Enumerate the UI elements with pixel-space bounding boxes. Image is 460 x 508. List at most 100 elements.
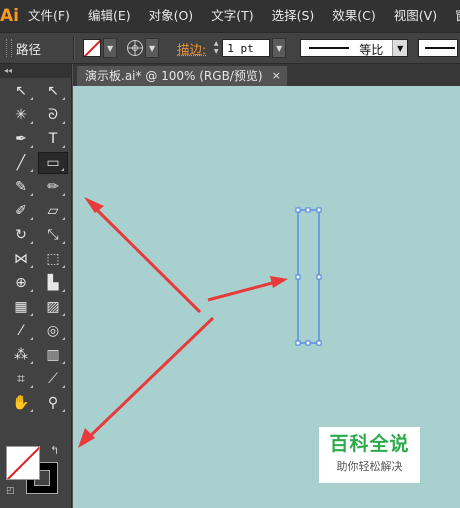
gradient-tool[interactable]: ▨ <box>38 296 68 318</box>
direct-selection-tool[interactable]: ↖ <box>38 80 68 102</box>
gradient-icon: ▨ <box>46 299 60 315</box>
width-icon: ⋈ <box>14 251 28 267</box>
eyedropper-tool[interactable]: ⁄ <box>6 320 36 342</box>
chevron-down-icon: ▼ <box>103 38 118 58</box>
watermark-logo: 百科全说 助你轻松解决 <box>319 427 420 483</box>
blend-tool[interactable]: ◎ <box>38 320 68 342</box>
column-graph-icon: ▥ <box>46 347 60 363</box>
fill-stroke-widget: ↰ ◰ <box>6 442 66 502</box>
type-tool[interactable]: T <box>38 128 68 150</box>
stroke-profile-label: 等比 <box>359 43 384 57</box>
menu-window[interactable]: 窗 <box>446 0 460 32</box>
column-graph-tool[interactable]: ▥ <box>38 344 68 366</box>
symbol-sprayer-icon: ⁂ <box>14 347 28 363</box>
watermark-title: 百科全说 <box>329 433 410 455</box>
menu-type[interactable]: 文字(T) <box>202 0 262 32</box>
zoom-icon: ⚲ <box>47 395 59 411</box>
target-icon <box>127 40 144 56</box>
blend-icon: ◎ <box>46 323 60 339</box>
stroke-weight-stepper[interactable]: ▲ ▼ <box>210 39 222 57</box>
menu-object[interactable]: 对象(O) <box>140 0 203 32</box>
scale-tool[interactable]: ⤡ <box>38 224 68 246</box>
lasso-tool[interactable]: ᘐ <box>38 104 68 126</box>
shape-builder-tool[interactable]: ⊕ <box>6 272 36 294</box>
mesh-tool[interactable]: ▦ <box>6 296 36 318</box>
slice-tool[interactable]: ⟋ <box>38 368 68 390</box>
fill-color-picker[interactable]: ▼ <box>83 38 118 58</box>
pencil-tool[interactable]: ✏ <box>38 176 68 198</box>
hand-icon: ✋ <box>12 395 30 411</box>
document-tab[interactable]: 演示板.ai* @ 100% (RGB/预览) × <box>77 66 287 86</box>
menu-file[interactable]: 文件(F) <box>19 0 79 32</box>
magic-wand-tool[interactable]: ✳ <box>6 104 36 126</box>
blob-brush-tool[interactable]: ✐ <box>6 200 36 222</box>
scale-icon: ⤡ <box>47 227 59 243</box>
stroke-profile-select[interactable]: 等比 ▼ <box>300 39 409 57</box>
type-icon: T <box>48 131 58 147</box>
control-bar-divider <box>73 37 76 59</box>
free-transform-tool[interactable]: ⬚ <box>38 248 68 270</box>
brush-line-preview <box>425 47 456 49</box>
default-colors-icon[interactable]: ◰ <box>6 486 16 496</box>
none-swatch-icon <box>83 39 102 57</box>
graph-tool[interactable]: ▙ <box>38 272 68 294</box>
fill-color-box[interactable] <box>6 446 40 480</box>
tool-grid: ↖ ↖ ✳ ᘐ ✒ T ╱ ▭ ✎ ✏ ✐ ▱ ↻ ⤡ ⋈ ⬚ ⊕ ▙ ▦ ▨ ⁄ ◎ ⁂ ▥ ⌗ ⟋ ✋ ⚲ <box>0 78 71 414</box>
rectangle-icon: ▭ <box>46 155 60 171</box>
selection-icon: ↖ <box>15 83 27 99</box>
pencil-icon: ✏ <box>47 179 59 195</box>
rotate-icon: ↻ <box>15 227 27 243</box>
tools-panel: ◂◂ ↖ ↖ ✳ ᘐ ✒ T ╱ ▭ ✎ ✏ ✐ ▱ ↻ ⤡ ⋈ ⬚ ⊕ ▙ ▦ ▨ ⁄ ◎ ⁂ ▥ ⌗ ⟋ ✋ ⚲ ↰ ◰ <box>0 64 72 508</box>
selection-tool[interactable]: ↖ <box>6 80 36 102</box>
zoom-tool[interactable]: ⚲ <box>38 392 68 414</box>
paintbrush-tool[interactable]: ✎ <box>6 176 36 198</box>
document-tab-title: 演示板.ai* @ 100% (RGB/预览) <box>85 69 263 83</box>
symbol-sprayer-tool[interactable]: ⁂ <box>6 344 36 366</box>
close-icon[interactable]: × <box>272 66 281 86</box>
artboard-icon: ⌗ <box>17 371 25 387</box>
chevron-down-icon: ▼ <box>145 38 160 58</box>
direct-selection-icon: ↖ <box>47 83 59 99</box>
rotate-tool[interactable]: ↻ <box>6 224 36 246</box>
blob-brush-icon: ✐ <box>15 203 27 219</box>
shape-builder-icon: ⊕ <box>15 275 27 291</box>
eyedropper-icon: ⁄ <box>19 323 23 339</box>
document-tab-bar: 演示板.ai* @ 100% (RGB/预览) × <box>73 64 460 86</box>
eraser-tool[interactable]: ▱ <box>38 200 68 222</box>
stroke-label[interactable]: 描边: <box>177 39 206 58</box>
graph-icon: ▙ <box>47 275 59 291</box>
stroke-color-picker[interactable]: ▼ <box>127 38 160 58</box>
chevron-down-icon: ▼ <box>392 40 408 56</box>
stroke-weight-input[interactable]: 1 pt <box>222 39 271 57</box>
eraser-icon: ▱ <box>47 203 59 219</box>
menu-bar: Ai 文件(F) 编辑(E) 对象(O) 文字(T) 选择(S) 效果(C) 视… <box>0 0 460 32</box>
lasso-icon: ᘐ <box>48 107 58 123</box>
line-segment-tool[interactable]: ╱ <box>6 152 36 174</box>
menu-edit[interactable]: 编辑(E) <box>79 0 140 32</box>
collapse-panel-button[interactable]: ◂◂ <box>0 64 71 78</box>
line-segment-icon: ╱ <box>16 155 26 171</box>
stroke-weight-dropdown[interactable]: ▼ <box>272 38 287 58</box>
menu-view[interactable]: 视图(V) <box>385 0 446 32</box>
menu-select[interactable]: 选择(S) <box>263 0 324 32</box>
artboard-tool[interactable]: ⌗ <box>6 368 36 390</box>
panel-grip[interactable] <box>6 39 12 57</box>
app-logo: Ai <box>0 6 19 26</box>
object-type-label: 路径 <box>16 41 42 57</box>
magic-wand-icon: ✳ <box>15 107 27 123</box>
menu-effect[interactable]: 效果(C) <box>323 0 384 32</box>
control-bar: 路径 ▼ ▼ 描边: ▲ ▼ 1 pt ▼ 等比 ▼ <box>0 32 460 64</box>
pen-tool[interactable]: ✒ <box>6 128 36 150</box>
paintbrush-icon: ✎ <box>15 179 27 195</box>
slice-icon: ⟋ <box>48 371 58 387</box>
watermark-subtitle: 助你轻松解决 <box>336 460 403 473</box>
pen-icon: ✒ <box>15 131 27 147</box>
hand-tool[interactable]: ✋ <box>6 392 36 414</box>
swap-colors-icon[interactable]: ↰ <box>50 444 59 457</box>
width-tool[interactable]: ⋈ <box>6 248 36 270</box>
rectangle-tool[interactable]: ▭ <box>38 152 68 174</box>
mesh-icon: ▦ <box>14 299 28 315</box>
brush-definition-select[interactable] <box>418 39 459 57</box>
stroke-line-preview <box>309 47 350 49</box>
free-transform-icon: ⬚ <box>46 251 60 267</box>
